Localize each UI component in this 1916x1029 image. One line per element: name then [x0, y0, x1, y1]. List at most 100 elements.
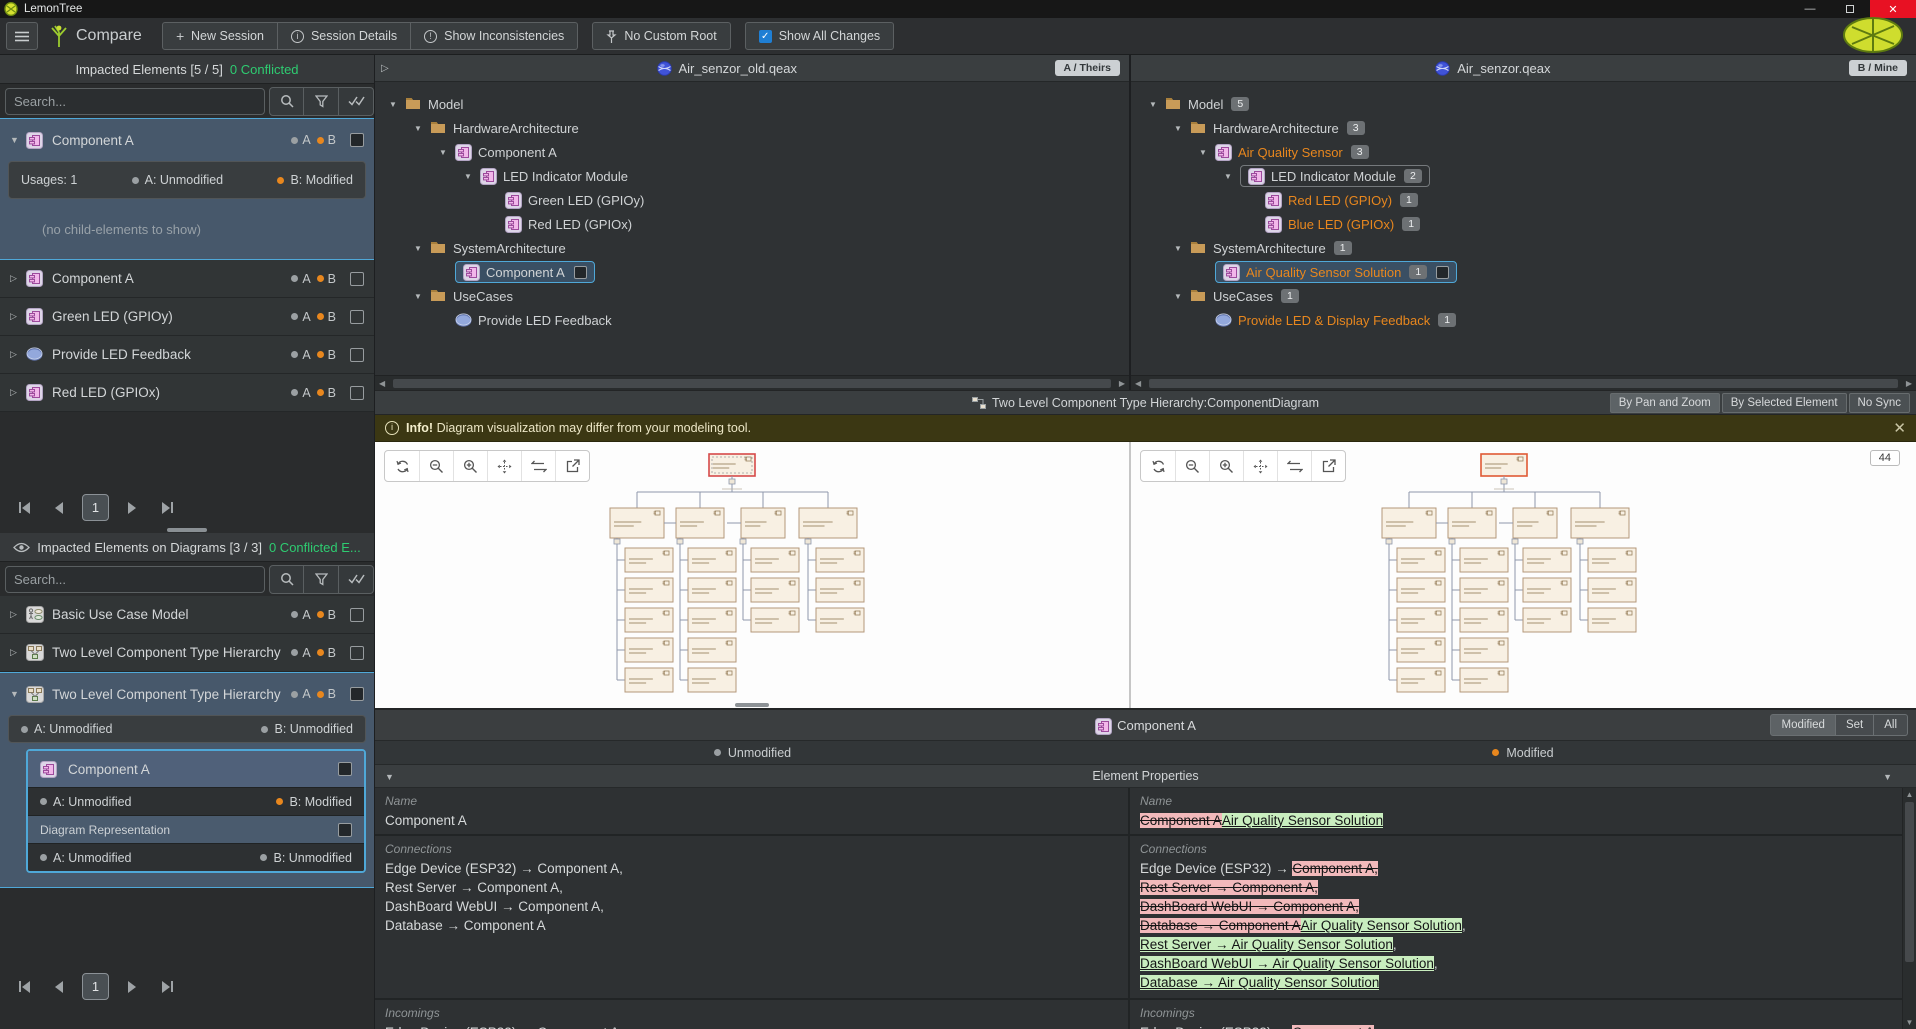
diagram-element-box[interactable]: Component A A: Unmodified B: Modified Di… — [26, 749, 366, 873]
element-properties-bar[interactable]: ▼ Element Properties ▼ — [375, 764, 1916, 788]
tree-node[interactable]: Air Quality Sensor Solution1 — [1131, 260, 1916, 284]
last-page-button[interactable] — [155, 496, 179, 520]
tree-node[interactable]: ▼Air Quality Sensor3 — [1131, 140, 1916, 164]
diagrams-search-button[interactable] — [269, 565, 304, 594]
tree-node[interactable]: ▼SystemArchitecture1 — [1131, 236, 1916, 260]
pan-button[interactable] — [1243, 451, 1277, 481]
diagram-element-checkbox[interactable] — [338, 762, 352, 776]
prev-page-button[interactable] — [47, 975, 71, 999]
show-all-changes-toggle[interactable]: ✓ Show All Changes — [745, 22, 894, 50]
list-item[interactable]: ▷Two Level Component Type HierarchyAB — [0, 634, 374, 672]
row-checkbox[interactable] — [350, 608, 364, 622]
search-input[interactable] — [5, 88, 265, 115]
tree-expand-icon[interactable]: ▼ — [1174, 244, 1190, 253]
node-checkbox[interactable] — [1436, 266, 1449, 279]
show-inconsistencies-button[interactable]: !Show Inconsistencies — [411, 22, 578, 50]
collapse-icon[interactable]: ▼ — [385, 772, 394, 782]
tree-expand-icon[interactable]: ▼ — [1224, 172, 1240, 181]
list-item[interactable]: ▷Basic Use Case ModelAB — [0, 596, 374, 634]
filter-set-button[interactable]: Set — [1836, 714, 1874, 736]
open-external-button[interactable] — [555, 451, 589, 481]
tree-node[interactable]: ▼Model5 — [1131, 92, 1916, 116]
collapse-icon[interactable]: ▼ — [10, 689, 26, 699]
select-all-button[interactable] — [339, 87, 374, 116]
tree-node[interactable]: ▼Component A — [375, 140, 1129, 164]
tree-b-hscrollbar[interactable]: ◀▶ — [1131, 375, 1916, 390]
swap-sides-button[interactable] — [521, 451, 555, 481]
session-details-button[interactable]: iSession Details — [278, 22, 411, 50]
row-checkbox[interactable] — [350, 310, 364, 324]
diagrams-search-input[interactable] — [5, 566, 265, 593]
tree-node-box[interactable]: LED Indicator Module2 — [1240, 165, 1430, 187]
component-hierarchy-diagram-b[interactable] — [1354, 446, 1694, 702]
tree-node[interactable]: Blue LED (GPIOx)1 — [1131, 212, 1916, 236]
pan-button[interactable] — [487, 451, 521, 481]
maximize-icon[interactable] — [1830, 0, 1870, 18]
row-checkbox[interactable] — [350, 348, 364, 362]
row-checkbox[interactable] — [350, 646, 364, 660]
expand-icon[interactable]: ▷ — [10, 349, 26, 360]
tree-expand-icon[interactable]: ▼ — [414, 292, 430, 301]
zoom-in-button[interactable] — [1209, 451, 1243, 481]
tree-expand-icon[interactable]: ▼ — [1199, 148, 1215, 157]
current-page[interactable]: 1 — [82, 973, 109, 1000]
representation-checkbox[interactable] — [338, 823, 352, 837]
filter-button[interactable] — [304, 87, 339, 116]
row-checkbox[interactable] — [350, 272, 364, 286]
next-page-button[interactable] — [120, 496, 144, 520]
list-item[interactable]: ▷Red LED (GPIOx)AB — [0, 374, 374, 412]
expand-icon[interactable]: ▷ — [10, 311, 26, 322]
sync-pan-zoom-button[interactable]: By Pan and Zoom — [1610, 393, 1720, 413]
diagrams-filter-button[interactable] — [304, 565, 339, 594]
tree-node[interactable]: Provide LED Feedback — [375, 308, 1129, 332]
hamburger-menu-button[interactable] — [6, 22, 38, 50]
tree-node[interactable]: Component A — [375, 260, 1129, 284]
tree-node[interactable]: ▼UseCases1 — [1131, 284, 1916, 308]
node-checkbox[interactable] — [574, 266, 587, 279]
tree-node[interactable]: Red LED (GPIOy)1 — [1131, 188, 1916, 212]
panel-collapse-icon[interactable]: ▷ — [381, 63, 399, 74]
list-item[interactable]: ▷Provide LED FeedbackAB — [0, 336, 374, 374]
tree-node[interactable]: ▼HardwareArchitecture3 — [1131, 116, 1916, 140]
reset-view-button[interactable] — [385, 451, 419, 481]
prev-page-button[interactable] — [47, 496, 71, 520]
row-checkbox[interactable] — [350, 386, 364, 400]
checked-checkbox-icon[interactable]: ✓ — [759, 30, 772, 43]
diagram-element-row[interactable]: Component A — [28, 751, 364, 787]
current-page[interactable]: 1 — [82, 494, 109, 521]
zoom-out-button[interactable] — [1175, 451, 1209, 481]
expanded-element-block[interactable]: ▼ Component A A B Usages: 1 A: Unmodifie… — [0, 118, 374, 260]
tree-a-hscrollbar[interactable]: ◀▶ — [375, 375, 1129, 390]
search-button[interactable] — [269, 87, 304, 116]
expand-icon[interactable]: ▷ — [10, 647, 26, 658]
tree-node[interactable]: Provide LED & Display Feedback1 — [1131, 308, 1916, 332]
first-page-button[interactable] — [12, 975, 36, 999]
sidebar-splitter[interactable] — [0, 526, 374, 533]
reset-view-button[interactable] — [1141, 451, 1175, 481]
tree-expand-icon[interactable]: ▼ — [414, 244, 430, 253]
tree-node[interactable]: Green LED (GPIOy) — [375, 188, 1129, 212]
tree-expand-icon[interactable]: ▼ — [1174, 292, 1190, 301]
first-page-button[interactable] — [12, 496, 36, 520]
collapse-icon[interactable]: ▼ — [1883, 772, 1892, 782]
sync-selected-element-button[interactable]: By Selected Element — [1722, 393, 1847, 413]
open-external-button[interactable] — [1311, 451, 1345, 481]
properties-vscrollbar[interactable]: ▲▼ — [1902, 788, 1916, 1029]
tree-expand-icon[interactable]: ▼ — [1174, 124, 1190, 133]
swap-sides-button[interactable] — [1277, 451, 1311, 481]
tree-node[interactable]: ▼LED Indicator Module — [375, 164, 1129, 188]
tree-node-box[interactable]: Component A — [455, 261, 595, 283]
tree-expand-icon[interactable]: ▼ — [389, 100, 405, 109]
tree-node[interactable]: ▼Model — [375, 92, 1129, 116]
selected-element-row[interactable]: ▼ Component A A B — [0, 119, 374, 161]
sync-none-button[interactable]: No Sync — [1849, 393, 1910, 413]
canvas-splitter-handle[interactable] — [735, 703, 769, 707]
element-checkbox[interactable] — [350, 133, 364, 147]
close-icon[interactable]: ✕ — [1870, 0, 1916, 18]
collapse-icon[interactable]: ▼ — [10, 135, 26, 145]
tree-expand-icon[interactable]: ▼ — [439, 148, 455, 157]
diagram-canvas-a[interactable] — [375, 442, 1129, 708]
diagram-representation-row[interactable]: Diagram Representation — [28, 815, 364, 843]
list-item[interactable]: ▷Component AAB — [0, 260, 374, 298]
diagram-canvas-b[interactable]: 44 — [1131, 442, 1916, 708]
